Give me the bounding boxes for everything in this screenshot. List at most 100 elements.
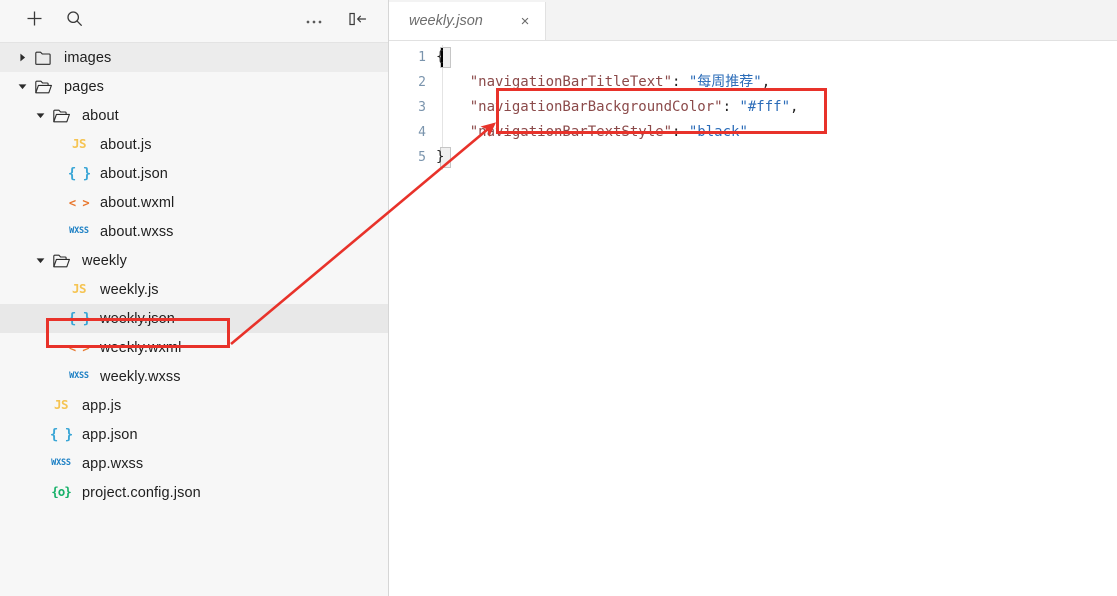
wxml-file-icon-glyph: < >: [68, 195, 90, 210]
tree-folder-pages[interactable]: pages: [0, 72, 388, 101]
tree-file-project-config-json[interactable]: {o} project.config.json: [0, 478, 388, 507]
json-file-icon-glyph: { }: [67, 165, 91, 182]
tree-file-weekly-wxss[interactable]: WXSS weekly.wxss: [0, 362, 388, 391]
tree-item-label: about.json: [100, 165, 168, 182]
tree-file-about-json[interactable]: { } about.json: [0, 159, 388, 188]
tree-item-label: weekly.wxml: [100, 339, 182, 356]
more-options-button[interactable]: [298, 6, 330, 36]
tree-indent-spacer: [32, 420, 48, 449]
new-file-button[interactable]: [18, 6, 50, 36]
tree-file-app-wxss[interactable]: WXSS app.wxss: [0, 449, 388, 478]
chevron-right-icon[interactable]: [14, 43, 30, 72]
code-token-brace: {: [436, 49, 445, 65]
code-line[interactable]: "navigationBarTextStyle": "black": [436, 120, 1117, 145]
code-content[interactable]: { "navigationBarTitleText": "每周推荐", "nav…: [436, 45, 1117, 596]
tree-indent-spacer: [50, 275, 66, 304]
tab-weekly-json[interactable]: weekly.json ×: [389, 2, 546, 40]
tree-indent-spacer: [50, 159, 66, 188]
code-line[interactable]: {: [436, 45, 1117, 70]
chevron-down-icon[interactable]: [32, 101, 48, 130]
folder-open-icon: [48, 246, 74, 275]
tree-folder-weekly[interactable]: weekly: [0, 246, 388, 275]
line-number: 3: [418, 100, 426, 115]
tree-file-about-js[interactable]: JS about.js: [0, 130, 388, 159]
line-number: 5: [418, 150, 426, 165]
tree-item-label: app.js: [82, 397, 122, 414]
collapse-panel-button[interactable]: [342, 6, 374, 36]
editor-tabbar: weekly.json ×: [389, 0, 1117, 41]
tree-item-label: images: [64, 49, 112, 66]
tree-file-about-wxml[interactable]: < > about.wxml: [0, 188, 388, 217]
plus-icon: [26, 10, 43, 32]
search-button[interactable]: [58, 6, 90, 36]
tree-item-label: about.wxml: [100, 194, 175, 211]
sidebar-toolbar: [0, 0, 388, 43]
js-file-icon-glyph: JS: [71, 136, 87, 152]
wxml-file-icon: < >: [66, 188, 92, 217]
wxss-file-icon-glyph: WXSS: [69, 371, 89, 382]
json-file-icon: { }: [66, 304, 92, 333]
folder-open-icon: [48, 101, 74, 130]
tree-item-label: about.js: [100, 136, 152, 153]
js-file-icon: JS: [48, 391, 74, 420]
tab-label: weekly.json: [409, 13, 483, 29]
tree-indent-spacer: [50, 304, 66, 333]
config-file-icon-glyph: {o}: [51, 484, 72, 500]
tree-file-about-wxss[interactable]: WXSS about.wxss: [0, 217, 388, 246]
line-number: 2: [418, 75, 426, 90]
tree-item-label: pages: [64, 78, 105, 95]
code-line[interactable]: }: [436, 145, 1117, 170]
tree-item-label: weekly: [82, 252, 127, 269]
tree-item-label: project.config.json: [82, 484, 201, 501]
wxss-file-icon: WXSS: [66, 362, 92, 391]
wxml-file-icon: < >: [66, 333, 92, 362]
code-token-key: "navigationBarTextStyle": [469, 124, 673, 140]
ellipsis-icon: [305, 12, 323, 30]
code-line[interactable]: "navigationBarTitleText": "每周推荐",: [436, 70, 1117, 95]
tree-item-label: app.json: [82, 426, 138, 443]
json-file-icon: { }: [66, 159, 92, 188]
file-explorer-sidebar: images pages about JS about.js { } about.json <…: [0, 0, 389, 596]
search-icon: [66, 10, 83, 32]
tree-file-weekly-json[interactable]: { } weekly.json: [0, 304, 388, 333]
chevron-down-icon[interactable]: [14, 72, 30, 101]
wxml-file-icon-glyph: < >: [68, 340, 90, 355]
tree-indent-spacer: [32, 478, 48, 507]
wxss-file-icon-glyph: WXSS: [51, 458, 71, 469]
tree-indent-spacer: [32, 391, 48, 420]
tree-indent-spacer: [50, 362, 66, 391]
tree-indent-spacer: [50, 188, 66, 217]
folder-open-icon: [30, 72, 56, 101]
wxss-file-icon-glyph: WXSS: [69, 226, 89, 237]
tree-file-app-js[interactable]: JS app.js: [0, 391, 388, 420]
tree-indent-spacer: [50, 130, 66, 159]
tree-indent-spacer: [50, 217, 66, 246]
json-file-icon: { }: [48, 420, 74, 449]
chevron-down-icon[interactable]: [32, 246, 48, 275]
collapse-panel-icon: [348, 11, 368, 32]
close-icon[interactable]: ×: [515, 11, 535, 31]
tree-item-label: about: [82, 107, 119, 124]
code-token-key: "navigationBarTitleText": [469, 74, 673, 90]
file-tree[interactable]: images pages about JS about.js { } about.json <…: [0, 43, 388, 596]
code-token-brace: }: [436, 149, 445, 165]
code-token-punc: :: [672, 74, 689, 90]
json-file-icon-glyph: { }: [49, 426, 73, 443]
tree-indent-spacer: [50, 333, 66, 362]
folder-closed-icon: [30, 43, 56, 72]
code-line[interactable]: "navigationBarBackgroundColor": "#fff",: [436, 95, 1117, 120]
js-file-icon: JS: [66, 275, 92, 304]
tree-file-weekly-js[interactable]: JS weekly.js: [0, 275, 388, 304]
wxss-file-icon: WXSS: [48, 449, 74, 478]
code-editor[interactable]: 1 2 3 4 5 { "navigationBarTitleText": "每周推荐"…: [389, 41, 1117, 596]
tree-folder-images[interactable]: images: [0, 43, 388, 72]
tree-item-label: weekly.json: [100, 310, 175, 327]
tree-item-label: weekly.wxss: [100, 368, 181, 385]
tree-file-app-json[interactable]: { } app.json: [0, 420, 388, 449]
code-token-key: "navigationBarBackgroundColor": [469, 99, 723, 115]
tree-file-weekly-wxml[interactable]: < > weekly.wxml: [0, 333, 388, 362]
tree-folder-about[interactable]: about: [0, 101, 388, 130]
